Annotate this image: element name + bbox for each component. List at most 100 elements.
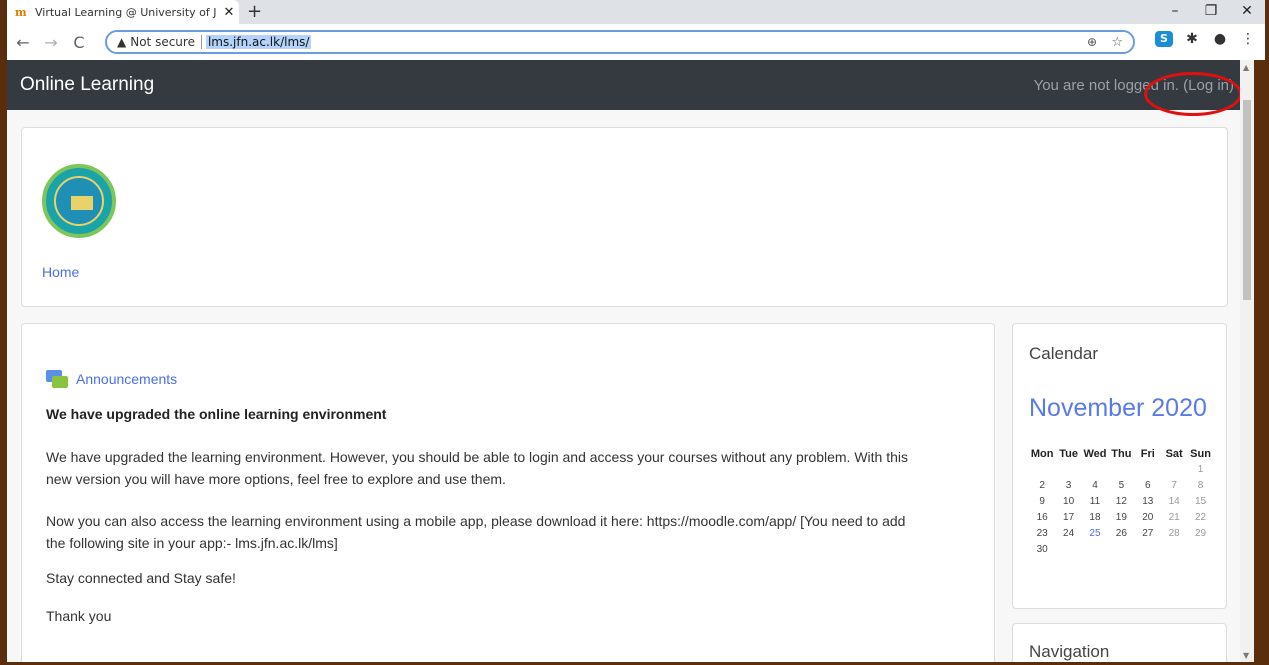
calendar-empty-cell (1029, 462, 1055, 478)
calendar-day[interactable]: 13 (1135, 494, 1161, 510)
minimize-button[interactable]: – (1157, 0, 1193, 24)
navigation-block: Navigation (1012, 623, 1227, 662)
reload-icon[interactable]: C (67, 33, 91, 52)
back-arrow-icon[interactable]: ← (11, 33, 35, 52)
post-paragraph-3: Stay connected and Stay safe! (46, 570, 236, 586)
calendar-day[interactable]: 28 (1161, 526, 1187, 542)
forward-arrow-icon[interactable]: → (39, 33, 63, 52)
post-paragraph-1: We have upgraded the learning environmen… (46, 449, 909, 487)
calendar-day[interactable]: 4 (1082, 478, 1108, 494)
zoom-icon[interactable]: ⊕ (1087, 35, 1097, 49)
logo-inner-seal (54, 176, 104, 226)
calendar-empty-cell (1082, 542, 1108, 558)
address-bar[interactable]: ▲ Not secure lms.jfn.ac.lk/lms/ ⊕ ☆ (105, 30, 1135, 54)
calendar-empty-cell (1135, 462, 1161, 478)
calendar-day[interactable]: 22 (1187, 510, 1213, 526)
calendar-day[interactable]: 15 (1187, 494, 1213, 510)
calendar-day[interactable]: 30 (1029, 542, 1055, 558)
calendar-day[interactable]: 10 (1055, 494, 1081, 510)
calendar-day[interactable]: 12 (1108, 494, 1134, 510)
announcements-link[interactable]: Announcements (76, 371, 177, 387)
calendar-day[interactable]: 24 (1055, 526, 1081, 542)
calendar-week-row: 23 24 25 26 27 28 29 (1029, 526, 1214, 542)
post-title: We have upgraded the online learning env… (46, 406, 387, 422)
breadcrumb-home-link[interactable]: Home (42, 264, 79, 280)
site-brand[interactable]: Online Learning (20, 74, 154, 96)
calendar-weeks: 1 2 3 4 5 6 7 8 9 10 11 12 13 14 15 16 17 18 19 20 21 22 23 24 2… (1029, 462, 1214, 558)
calendar-month-link[interactable]: November 2020 (1029, 394, 1207, 423)
browser-toolbar: ← → C ▲ Not secure lms.jfn.ac.lk/lms/ ⊕ … (7, 24, 1265, 60)
calendar-day[interactable]: 1 (1187, 462, 1213, 478)
calendar-empty-cell (1055, 542, 1081, 558)
window-controls: – ❐ ✕ (1157, 0, 1265, 24)
web-page: Online Learning You are not logged in. (… (7, 60, 1240, 662)
calendar-week-row: 16 17 18 19 20 21 22 (1029, 510, 1214, 526)
calendar-heading: Calendar (1029, 344, 1098, 363)
calendar-day[interactable]: 23 (1029, 526, 1055, 542)
calendar-day[interactable]: 2 (1029, 478, 1055, 494)
calendar-day[interactable]: 9 (1029, 494, 1055, 510)
calendar-day[interactable]: 18 (1082, 510, 1108, 526)
calendar-empty-cell (1108, 542, 1134, 558)
more-menu-icon[interactable]: ⋮ (1239, 31, 1257, 47)
calendar-day[interactable]: 21 (1161, 510, 1187, 526)
university-logo (42, 164, 116, 238)
calendar-day[interactable]: 16 (1029, 510, 1055, 526)
scroll-down-icon[interactable]: ▼ (1243, 651, 1249, 660)
calendar-day[interactable]: 7 (1161, 478, 1187, 494)
address-divider (200, 35, 202, 49)
scrollbar-thumb[interactable] (1243, 100, 1251, 300)
calendar-empty-cell (1135, 542, 1161, 558)
calendar-day[interactable]: 25 (1082, 526, 1108, 542)
page-scrollbar[interactable]: ▲ ▼ (1240, 60, 1254, 662)
calendar-empty-cell (1161, 542, 1187, 558)
top-navbar: Online Learning You are not logged in. (… (7, 60, 1240, 110)
skype-extension-icon[interactable]: S (1155, 31, 1173, 47)
calendar-empty-cell (1187, 542, 1213, 558)
calendar-week-row: 1 (1029, 462, 1214, 478)
warning-triangle-icon[interactable]: ▲ (117, 35, 126, 49)
logo-building-icon (71, 196, 93, 210)
security-label[interactable]: Not secure (130, 35, 195, 49)
weekday-label: Sun (1190, 448, 1211, 460)
weekday-label: Tue (1059, 448, 1078, 460)
calendar-day[interactable]: 14 (1161, 494, 1187, 510)
close-tab-icon[interactable]: ✕ (219, 5, 239, 20)
calendar-empty-cell (1161, 462, 1187, 478)
close-window-button[interactable]: ✕ (1229, 0, 1265, 24)
calendar-day[interactable]: 3 (1055, 478, 1081, 494)
calendar-day[interactable]: 19 (1108, 510, 1134, 526)
calendar-day[interactable]: 5 (1108, 478, 1134, 494)
new-tab-button[interactable]: + (247, 1, 262, 22)
calendar-day[interactable]: 27 (1135, 526, 1161, 542)
calendar-day[interactable]: 6 (1135, 478, 1161, 494)
calendar-day[interactable]: 17 (1055, 510, 1081, 526)
calendar-week-row: 30 (1029, 542, 1214, 558)
weekday-label: Thu (1111, 448, 1132, 460)
bookmark-star-icon[interactable]: ☆ (1111, 35, 1123, 50)
url-text[interactable]: lms.jfn.ac.lk/lms/ (205, 35, 312, 49)
restore-button[interactable]: ❐ (1193, 0, 1229, 24)
extension-icons: S ✱ ● ⋮ (1155, 31, 1257, 47)
calendar-day[interactable]: 29 (1187, 526, 1213, 542)
calendar-day[interactable]: 11 (1082, 494, 1108, 510)
tab-strip: m Virtual Learning @ University of J ✕ +… (7, 0, 1265, 24)
extensions-puzzle-icon[interactable]: ✱ (1183, 31, 1201, 47)
calendar-empty-cell (1082, 462, 1108, 478)
calendar-day[interactable]: 8 (1187, 478, 1213, 494)
forum-chat-icon (46, 370, 68, 388)
calendar-grid: Mon Tue Wed Thu Fri Sat Sun 1 2 3 4 5 6 7 8 9 10 1… (1029, 446, 1214, 558)
weekday-label: Mon (1030, 448, 1054, 460)
browser-tab[interactable]: m Virtual Learning @ University of J ✕ (7, 0, 239, 24)
weekday-label: Fri (1140, 448, 1155, 460)
calendar-empty-cell (1108, 462, 1134, 478)
calendar-day[interactable]: 20 (1135, 510, 1161, 526)
weekday-label: Wed (1083, 448, 1107, 460)
browser-chrome: m Virtual Learning @ University of J ✕ +… (7, 0, 1265, 60)
profile-avatar-icon[interactable]: ● (1211, 31, 1229, 47)
calendar-week-row: 2345678 (1029, 478, 1214, 494)
post-paragraph-4: Thank you (46, 608, 112, 624)
calendar-day[interactable]: 26 (1108, 526, 1134, 542)
scroll-up-icon[interactable]: ▲ (1243, 63, 1249, 72)
calendar-empty-cell (1055, 462, 1081, 478)
